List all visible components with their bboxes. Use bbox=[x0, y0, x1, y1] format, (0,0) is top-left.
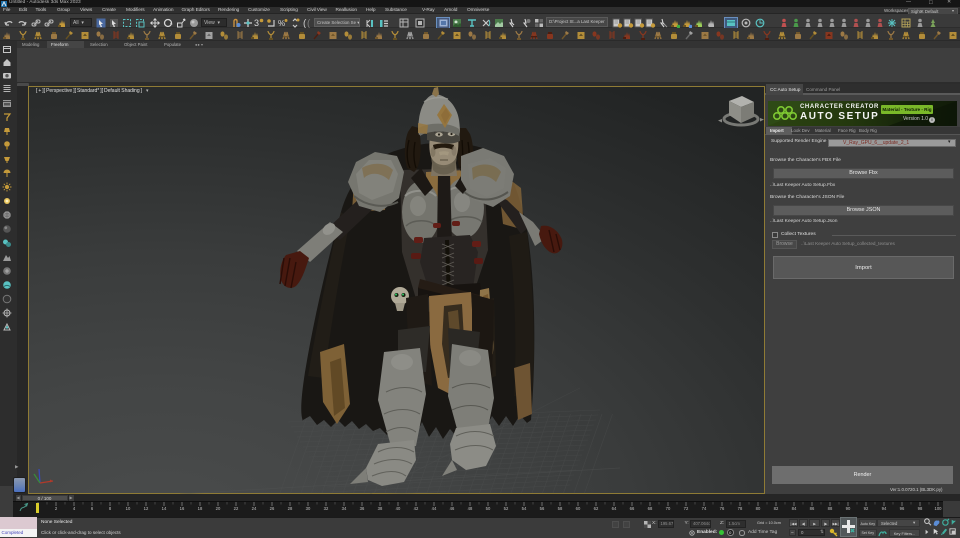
svg-text:%: % bbox=[278, 19, 285, 28]
svg-text:3: 3 bbox=[254, 18, 259, 28]
svg-text:(: ( bbox=[307, 18, 311, 28]
